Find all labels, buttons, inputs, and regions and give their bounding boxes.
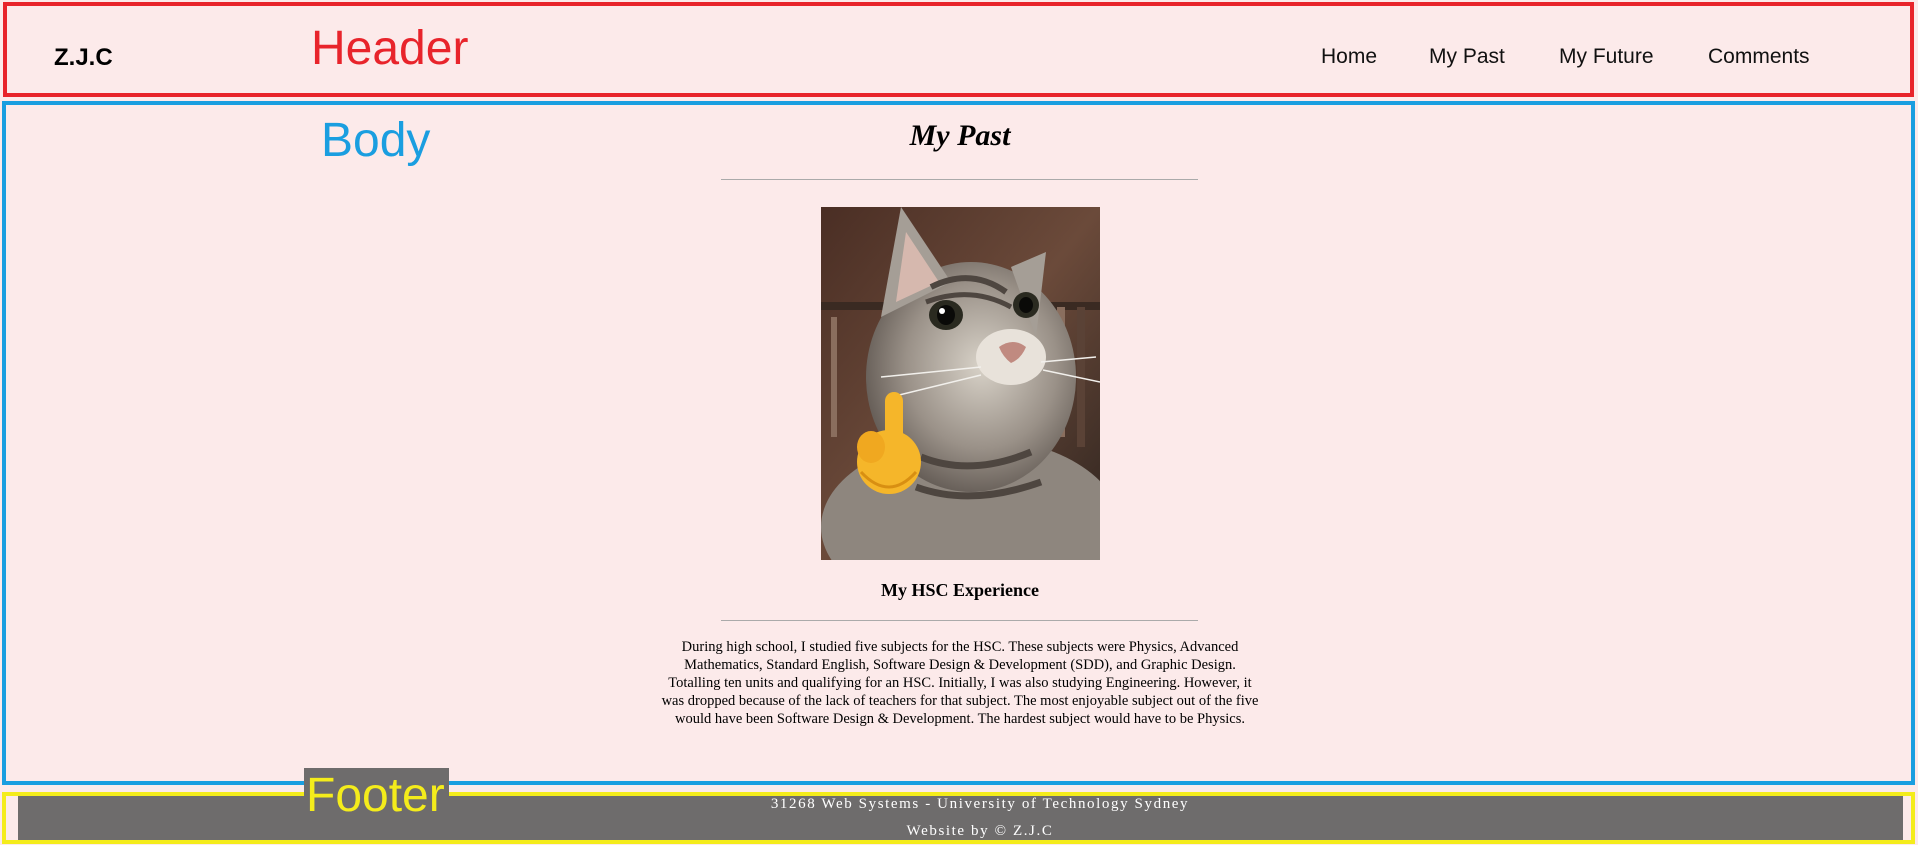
nav-home-link[interactable]: Home: [1321, 45, 1377, 69]
nav-my-past-link[interactable]: My Past: [1429, 45, 1505, 69]
section-divider: [721, 620, 1198, 621]
site-logo[interactable]: Z.J.C: [54, 44, 113, 72]
footer-credit-text: Website by © Z.J.C: [906, 823, 1054, 839]
section-heading: My HSC Experience: [881, 580, 1039, 600]
footer-annotation-label: Footer: [304, 768, 449, 820]
header-annotation-label: Header: [311, 22, 469, 75]
footer-course-text: 31268 Web Systems - University of Techno…: [770, 796, 1190, 812]
page-title: My Past: [909, 119, 1011, 152]
section-paragraph: During high school, I studied five subje…: [661, 639, 1259, 727]
cat-photo: [821, 207, 1100, 560]
title-divider: [721, 179, 1198, 180]
nav-my-future-link[interactable]: My Future: [1559, 45, 1654, 69]
nav-comments-link[interactable]: Comments: [1708, 45, 1810, 69]
body-annotation-label: Body: [321, 114, 431, 167]
